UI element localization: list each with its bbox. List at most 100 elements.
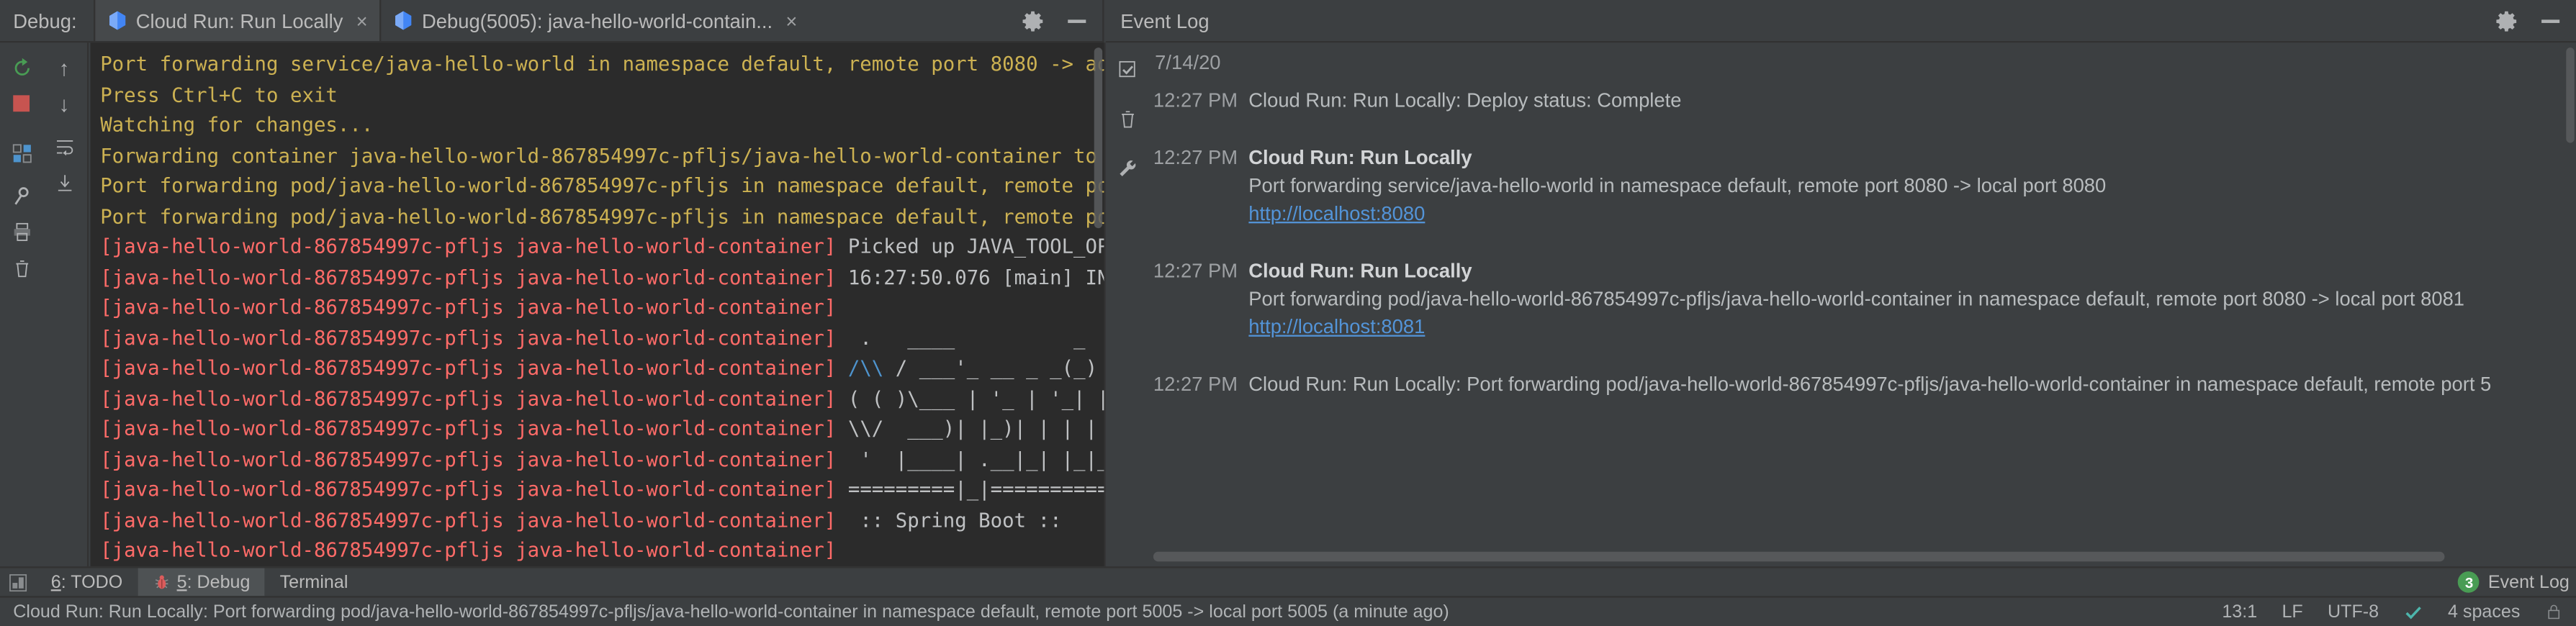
event-time: 12:27 PM: [1153, 87, 1239, 115]
trash-icon: [11, 257, 32, 278]
console-line: [java-hello-world-867854997c-pfljs java-…: [100, 505, 1104, 535]
ide-debug-tool-window: Debug: Cloud Run: Run Locally × Debug(50…: [0, 0, 2576, 625]
event-text: Cloud Run: Run Locally: Deploy status: C…: [1248, 89, 1681, 112]
scroll-end-icon: [53, 171, 75, 193]
restore-layout-button[interactable]: [1, 135, 41, 171]
event-log-button[interactable]: 3 Event Log: [2459, 571, 2570, 593]
console-line: Press Ctrl+C to exit: [100, 80, 1104, 110]
debug-bug-icon: [152, 573, 170, 591]
console-vertical-scrollbar[interactable]: [1094, 47, 1102, 228]
close-icon[interactable]: ×: [785, 11, 797, 30]
tab-label: Debug(5005): java-hello-world-contain...: [422, 9, 773, 32]
console-line: [java-hello-world-867854997c-pfljs java-…: [100, 444, 1104, 474]
gear-icon[interactable]: [1022, 9, 1045, 32]
event-log-entry: 12:27 PM Cloud Run: Run Locally: Port for…: [1153, 371, 2570, 399]
event-log-header: Event Log: [1106, 0, 2576, 42]
scroll-to-end-button[interactable]: [45, 164, 84, 200]
event-log-link[interactable]: http://localhost:8080: [1248, 202, 1425, 225]
console-line: Port forwarding service/java-hello-world…: [100, 49, 1104, 79]
console-line: Port forwarding pod/java-hello-world-867…: [100, 201, 1104, 232]
encoding-widget[interactable]: UTF-8: [2328, 602, 2379, 621]
cloud-run-icon: [107, 10, 128, 32]
hide-panel-icon[interactable]: [2541, 19, 2559, 22]
clear-all-button[interactable]: [1, 250, 41, 286]
event-log-entry: 12:27 PM Cloud Run: Run Locally: Deploy s…: [1153, 87, 2570, 115]
tool-window-tab-todo[interactable]: 6: TODO: [36, 568, 138, 596]
event-log-title: Event Log: [1106, 9, 1210, 32]
log-settings-button[interactable]: [1108, 150, 1148, 186]
soft-wrap-button[interactable]: [45, 128, 84, 164]
event-log-content: 7/14/20 12:27 PM Cloud Run: Run Locally: …: [1153, 46, 2570, 550]
caret-position-widget[interactable]: 13:1: [2222, 602, 2257, 621]
console-line: [java-hello-world-867854997c-pfljs java-…: [100, 414, 1104, 444]
console-line: Forwarding container java-hello-world-86…: [100, 140, 1104, 171]
console-line: Port forwarding pod/java-hello-world-867…: [100, 171, 1104, 201]
up-arrow-icon: ↑: [59, 57, 70, 78]
tool-window-bar: 6: TODO 5: Debug Terminal 3 Event Log: [0, 566, 2576, 596]
stop-button[interactable]: [1, 86, 41, 122]
event-log-date: 7/14/20: [1155, 51, 2570, 74]
indent-widget[interactable]: 4 spaces: [2448, 602, 2520, 621]
status-message: Cloud Run: Run Locally: Port forwarding …: [13, 602, 2189, 621]
rerun-button[interactable]: [1, 49, 41, 85]
tool-window-switcher-button[interactable]: [0, 572, 36, 591]
wrench-icon: [1117, 157, 1139, 178]
event-log-entries: 12:27 PM Cloud Run: Run Locally: Deploy s…: [1153, 87, 2570, 399]
event-time: 12:27 PM: [1153, 145, 1239, 228]
tool-window-tab-debug[interactable]: 5: Debug: [138, 568, 265, 596]
down-arrow-icon: ↓: [59, 93, 70, 114]
lock-icon[interactable]: [2545, 602, 2563, 620]
pin-tab-button[interactable]: [1, 177, 41, 213]
tab-label: Terminal: [280, 572, 348, 591]
tool-window-tab-terminal[interactable]: Terminal: [265, 568, 363, 596]
event-log-panel: 7/14/20 12:27 PM Cloud Run: Run Locally: …: [1106, 42, 2576, 566]
up-stack-button[interactable]: ↑: [45, 49, 84, 85]
hide-panel-icon[interactable]: [1068, 19, 1086, 22]
console-line: [java-hello-world-867854997c-pfljs java-…: [100, 474, 1104, 504]
event-count-badge: 3: [2459, 571, 2480, 593]
event-log-toolbar: [1106, 42, 1150, 566]
tab-label: : Debug: [187, 572, 251, 591]
event-time: 12:27 PM: [1153, 371, 1239, 399]
line-separator-widget[interactable]: LF: [2282, 602, 2302, 621]
tab-mnemonic: 5: [177, 572, 187, 591]
console-line: [java-hello-world-867854997c-pfljs java-…: [100, 384, 1104, 414]
tab-label: Cloud Run: Run Locally: [136, 9, 343, 32]
tab-debug-5005[interactable]: Debug(5005): java-hello-world-contain...…: [381, 0, 809, 41]
rerun-icon: [11, 57, 32, 78]
console-line: [java-hello-world-867854997c-pfljs java-…: [100, 353, 1104, 384]
stop-icon: [13, 95, 30, 112]
event-time: 12:27 PM: [1153, 258, 1239, 341]
event-detail: Port forwarding service/java-hello-world…: [1248, 173, 2106, 201]
event-title: Cloud Run: Run Locally: [1248, 146, 1472, 169]
console-line: [java-hello-world-867854997c-pfljs java-…: [100, 262, 1104, 292]
clear-log-button[interactable]: [1108, 100, 1148, 136]
trash-icon: [1117, 107, 1139, 129]
cloud-run-icon: [392, 10, 414, 32]
tool-windows-icon: [8, 572, 27, 591]
console-line: [java-hello-world-867854997c-pfljs java-…: [100, 322, 1104, 353]
event-log-button-label: Event Log: [2488, 572, 2570, 591]
inspections-status-icon[interactable]: [2403, 602, 2423, 621]
printer-icon: [11, 221, 32, 242]
event-text: Cloud Run: Run Locally: Port forwarding …: [1248, 373, 2491, 396]
event-title: Cloud Run: Run Locally: [1248, 260, 1472, 283]
print-button[interactable]: [1, 214, 41, 250]
gear-icon[interactable]: [2495, 9, 2518, 32]
debug-panel-header: Debug: Cloud Run: Run Locally × Debug(50…: [0, 0, 1104, 42]
event-log-vertical-scrollbar[interactable]: [2566, 47, 2574, 142]
close-icon[interactable]: ×: [356, 11, 368, 30]
layout-grid-icon: [11, 142, 32, 163]
debug-caption: Debug:: [0, 9, 93, 32]
event-log-horizontal-scrollbar[interactable]: [1153, 552, 2445, 562]
event-log-entry: 12:27 PM Cloud Run: Run Locally Port forwa…: [1153, 145, 2570, 228]
event-log-link[interactable]: http://localhost:8081: [1248, 315, 1425, 338]
mark-all-read-button[interactable]: [1108, 51, 1148, 87]
console-line: Watching for changes...: [100, 110, 1104, 140]
soft-wrap-icon: [53, 135, 75, 157]
down-stack-button[interactable]: ↓: [45, 86, 84, 122]
status-bar: Cloud Run: Run Locally: Port forwarding …: [0, 596, 2576, 625]
console-output[interactable]: Port forwarding service/java-hello-world…: [91, 42, 1104, 566]
tab-cloud-run-run-locally[interactable]: Cloud Run: Run Locally ×: [93, 0, 381, 41]
console-line: [java-hello-world-867854997c-pfljs java-…: [100, 232, 1104, 262]
